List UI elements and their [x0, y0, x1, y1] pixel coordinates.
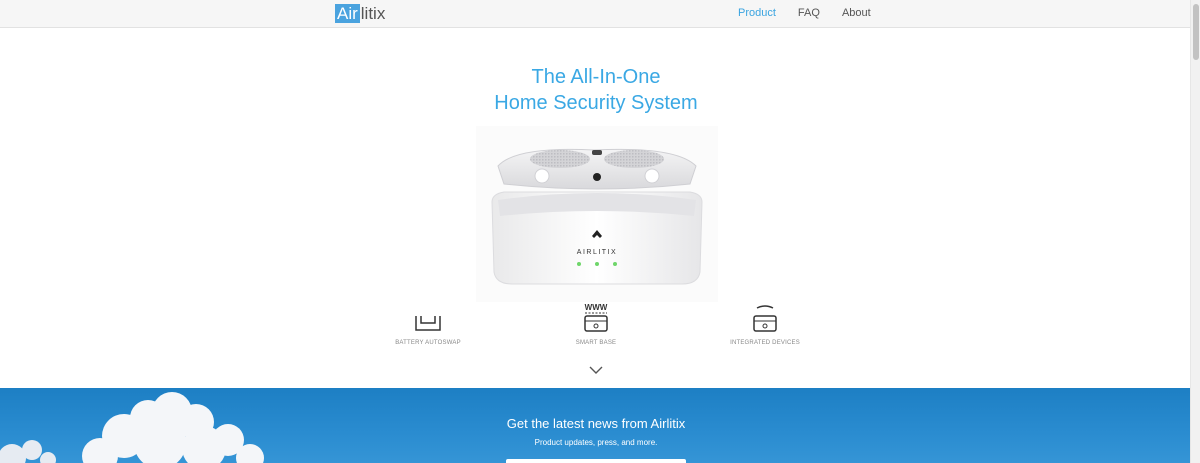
feature-label: BATTERY AUTOSWAP [395, 340, 461, 346]
banner-subtitle: Product updates, press, and more. [534, 438, 658, 447]
page-scrollbar[interactable] [1190, 0, 1200, 463]
newsletter-email-input[interactable] [506, 459, 686, 463]
feature-battery-autoswap: BATTERY AUTOSWAP [358, 302, 498, 346]
product-image: AIRLITIX [476, 126, 718, 302]
hero-title-line2: Home Security System [494, 92, 698, 114]
scrollbar-thumb[interactable] [1193, 4, 1199, 60]
banner-title: Get the latest news from Airlitix [506, 416, 686, 431]
nav-product-link[interactable]: Product [738, 7, 776, 19]
feature-smart-base: WWW SMART BASE [526, 302, 666, 346]
airlitix-logo[interactable]: Air litix [335, 4, 385, 23]
feature-list: BATTERY AUTOSWAP WWW SMART BASE INTEGRAT… [0, 302, 1190, 362]
smart-base-icon: WWW [584, 303, 608, 332]
product-brand-text: AIRLITIX [577, 249, 617, 256]
nav-faq-link[interactable]: FAQ [798, 7, 820, 19]
battery-autoswap-icon [415, 316, 441, 331]
hero-title-line1: The All-In-One [531, 66, 661, 88]
feature-integrated-devices: INTEGRATED DEVICES [695, 302, 835, 346]
scroll-down-chevron-icon[interactable] [589, 365, 603, 375]
smart-base-icon-text: WWW [585, 303, 608, 312]
top-nav-bar: Air litix Product FAQ About [0, 0, 1190, 28]
logo-rest: litix [360, 4, 386, 23]
feature-label: INTEGRATED DEVICES [730, 340, 800, 346]
logo-highlight: Air [335, 4, 360, 23]
nav-about-link[interactable]: About [842, 7, 871, 19]
integrated-devices-icon [753, 305, 777, 332]
newsletter-banner: Get the latest news from Airlitix Produc… [0, 388, 1190, 463]
main-nav: Product FAQ About [738, 7, 871, 19]
feature-label: SMART BASE [575, 340, 617, 346]
hero-title: The All-In-One Home Security System [396, 64, 796, 116]
